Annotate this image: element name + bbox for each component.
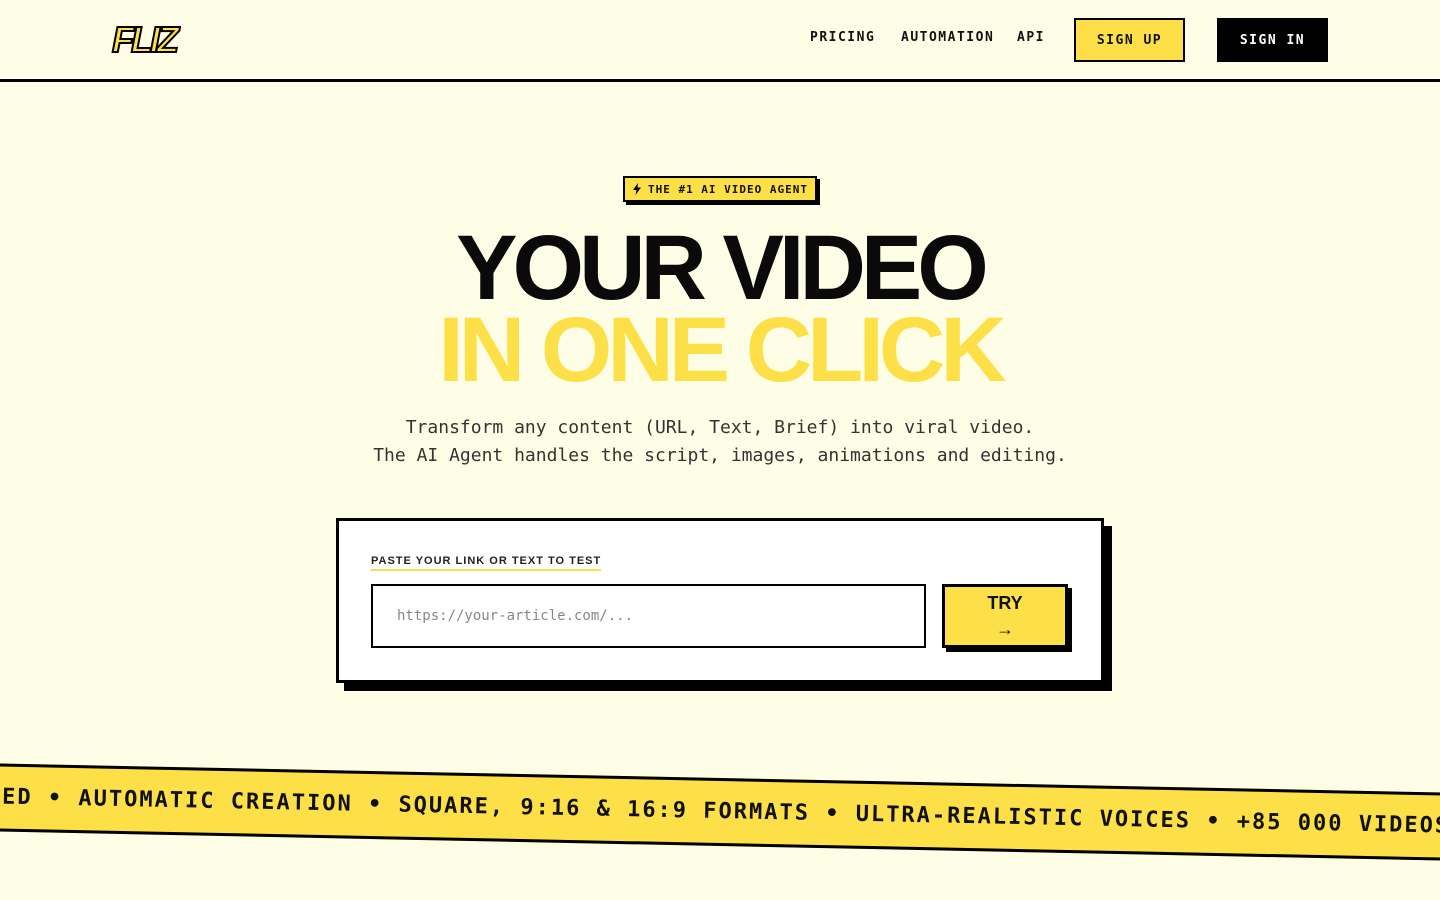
try-card: PASTE YOUR LINK OR TEXT TO TEST TRY → xyxy=(336,518,1104,683)
try-button-label: TRY xyxy=(987,593,1023,613)
try-button[interactable]: TRY → xyxy=(942,584,1068,648)
fliz-logo[interactable]: FLIZ xyxy=(111,18,181,60)
hero-badge: THE #1 AI VIDEO AGENT xyxy=(623,176,817,202)
nav-automation[interactable]: AUTOMATION xyxy=(901,30,994,45)
logo-text: FLIZ xyxy=(112,19,181,60)
url-input[interactable] xyxy=(371,584,926,648)
nav-api[interactable]: API xyxy=(1017,30,1045,45)
nav-pricing[interactable]: PRICING xyxy=(810,30,875,45)
sign-in-button[interactable]: SIGN IN xyxy=(1217,18,1328,62)
sign-up-button[interactable]: SIGN UP xyxy=(1074,18,1185,62)
subtitle-line-1: Transform any content (URL, Text, Brief)… xyxy=(405,417,1035,438)
badge-text: THE #1 AI VIDEO AGENT xyxy=(647,182,809,196)
lightning-icon xyxy=(632,183,641,195)
feature-ticker: ED • AUTOMATIC CREATION • SQUARE, 9:16 &… xyxy=(0,762,1440,862)
arrow-right-icon: → xyxy=(996,619,1014,639)
headline-line-2: IN ONE CLICK xyxy=(438,299,1007,401)
try-card-label: PASTE YOUR LINK OR TEXT TO TEST xyxy=(371,555,602,571)
subtitle-line-2: The AI Agent handles the script, images,… xyxy=(373,445,1067,466)
top-nav: FLIZ PRICING AUTOMATION API SIGN UP SIGN… xyxy=(0,0,1440,82)
ticker-text: ED • AUTOMATIC CREATION • SQUARE, 9:16 &… xyxy=(1,784,1440,840)
